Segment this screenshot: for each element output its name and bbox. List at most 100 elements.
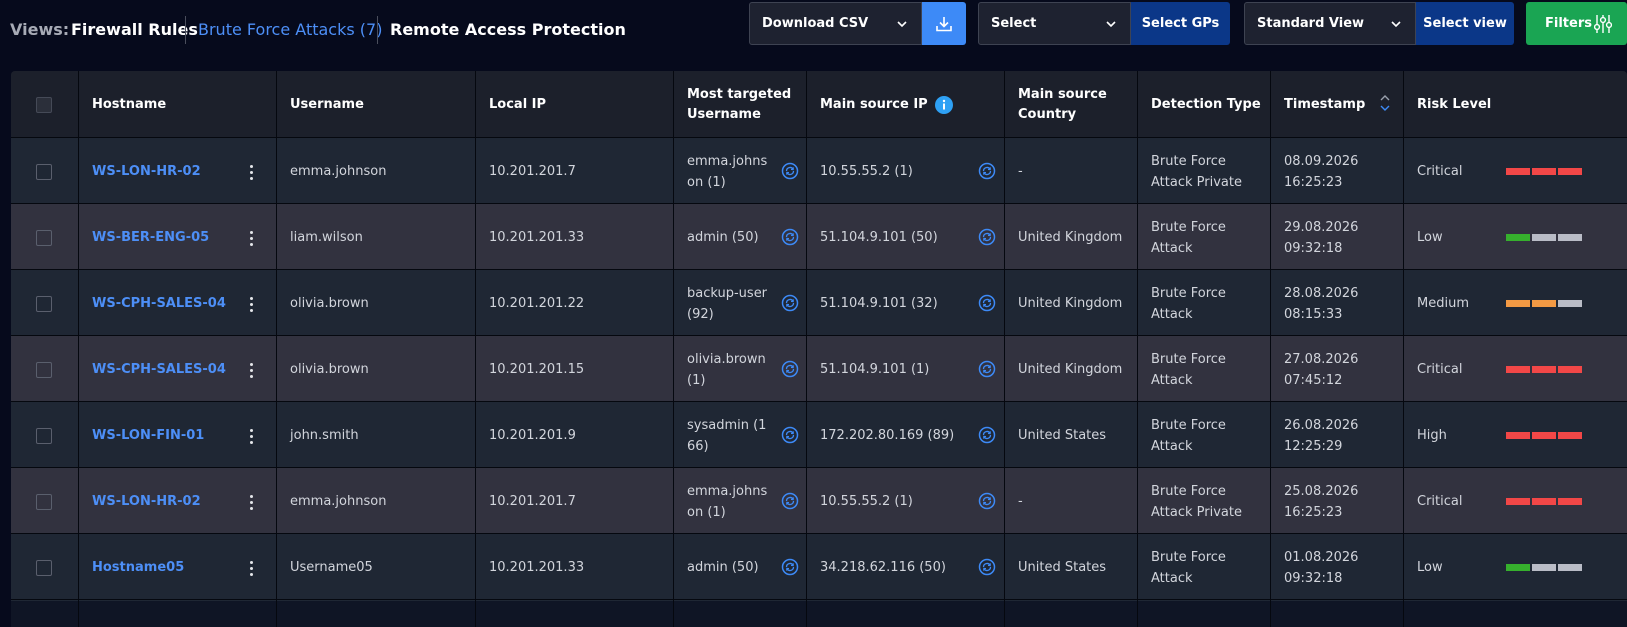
- main-source-ip-cell: 172.202.80.169 (89): [806, 402, 1004, 469]
- table-row[interactable]: WS-LON-HR-02 emma.johnson 10.201.201.7 e…: [11, 138, 1627, 205]
- lookup-icon[interactable]: [781, 558, 799, 576]
- more-options-icon[interactable]: [245, 162, 257, 182]
- hostname-link[interactable]: WS-LON-FIN-01: [92, 425, 204, 446]
- header-most-targeted-username[interactable]: Most targeted Username: [673, 71, 806, 138]
- gp-select[interactable]: Select: [978, 2, 1131, 45]
- row-checkbox[interactable]: [36, 295, 52, 312]
- more-options-icon[interactable]: [245, 426, 257, 446]
- hostname-link[interactable]: WS-CPH-SALES-04: [92, 359, 226, 380]
- more-options-icon[interactable]: [245, 228, 257, 248]
- more-options-icon[interactable]: [245, 294, 257, 314]
- header-main-source-country[interactable]: Main source Country: [1004, 71, 1137, 138]
- tab-brute-force-attacks[interactable]: Brute Force Attacks (7): [198, 20, 382, 39]
- risk-level-bar: [1506, 234, 1582, 241]
- row-checkbox[interactable]: [36, 427, 52, 444]
- table-row[interactable]: WS-CPH-SALES-04 olivia.brown 10.201.201.…: [11, 270, 1627, 337]
- lookup-icon[interactable]: [978, 360, 996, 378]
- more-options-icon[interactable]: [245, 492, 257, 512]
- main-source-country-cell: United Kingdom: [1018, 230, 1123, 245]
- header-most-targeted-line2: Username: [687, 106, 761, 122]
- username-cell: liam.wilson: [290, 230, 363, 245]
- lookup-icon[interactable]: [978, 426, 996, 444]
- hostname-link[interactable]: WS-CPH-SALES-04: [92, 293, 226, 314]
- view-select[interactable]: Standard View: [1244, 2, 1416, 45]
- lookup-icon[interactable]: [978, 558, 996, 576]
- detection-type-line1: Brute Force: [1151, 351, 1226, 367]
- column-divider: [276, 71, 277, 627]
- table-row[interactable]: WS-LON-HR-02 emma.johnson 10.201.201.7 e…: [11, 468, 1627, 535]
- hostname-link[interactable]: WS-BER-ENG-05: [92, 227, 209, 248]
- lookup-icon[interactable]: [978, 294, 996, 312]
- header-local-ip[interactable]: Local IP: [475, 71, 673, 138]
- filters-button[interactable]: Filters: [1526, 2, 1627, 45]
- header-timestamp[interactable]: Timestamp: [1270, 71, 1403, 138]
- lookup-icon[interactable]: [781, 228, 799, 246]
- row-divider: [11, 401, 1627, 402]
- select-gps-button[interactable]: Select GPs: [1131, 2, 1230, 45]
- lookup-icon[interactable]: [781, 162, 799, 180]
- risk-level-bar: [1506, 564, 1582, 571]
- lookup-icon[interactable]: [781, 426, 799, 444]
- risk-level-label: Critical: [1417, 362, 1463, 377]
- download-button[interactable]: [922, 2, 966, 45]
- more-options-icon[interactable]: [245, 360, 257, 380]
- main-source-ip-value: 51.104.9.101 (32): [820, 296, 938, 311]
- table-row[interactable]: WS-BER-ENG-05 liam.wilson 10.201.201.33 …: [11, 204, 1627, 271]
- row-checkbox[interactable]: [36, 493, 52, 510]
- tab-remote-access-protection[interactable]: Remote Access Protection: [390, 20, 626, 39]
- header-risk-level[interactable]: Risk Level: [1403, 71, 1627, 138]
- detection-type-cell: Brute Force Attack: [1137, 534, 1270, 601]
- most-targeted-username-value: admin (50): [687, 560, 759, 575]
- row-checkbox[interactable]: [36, 163, 52, 180]
- lookup-icon[interactable]: [978, 492, 996, 510]
- header-username[interactable]: Username: [276, 71, 475, 138]
- select-all-checkbox[interactable]: [36, 96, 52, 113]
- risk-segment: [1506, 300, 1530, 307]
- timestamp-date: 27.08.2026: [1284, 351, 1359, 367]
- table-header-row: Hostname Username Local IP Most targeted…: [11, 71, 1627, 138]
- hostname-cell: WS-CPH-SALES-04: [78, 270, 276, 337]
- lookup-icon[interactable]: [978, 162, 996, 180]
- view-select-value: Standard View: [1257, 16, 1365, 31]
- row-checkbox[interactable]: [36, 559, 52, 576]
- more-options-icon[interactable]: [245, 558, 257, 578]
- most-targeted-username-cell: admin (50): [673, 204, 806, 271]
- local-ip-cell: 10.201.201.22: [489, 296, 585, 311]
- hostname-link[interactable]: Hostname05: [92, 557, 184, 578]
- download-format-select[interactable]: Download CSV: [749, 2, 922, 45]
- username-cell: emma.johnson: [290, 494, 387, 509]
- main-source-ip-cell: 51.104.9.101 (50): [806, 204, 1004, 271]
- lookup-icon[interactable]: [781, 294, 799, 312]
- select-view-button[interactable]: Select view: [1416, 2, 1514, 45]
- table-row[interactable]: WS-CPH-SALES-04 olivia.brown 10.201.201.…: [11, 336, 1627, 403]
- detection-type-line1: Brute Force: [1151, 483, 1226, 499]
- header-main-source-ip[interactable]: Main source IP: [806, 71, 1004, 138]
- info-icon[interactable]: [934, 95, 953, 114]
- timestamp-cell: 26.08.2026 12:25:29: [1270, 402, 1403, 469]
- hostname-cell: WS-LON-HR-02: [78, 138, 276, 205]
- risk-level-label: Critical: [1417, 494, 1463, 509]
- most-targeted-username-cell: sysadmin (166): [673, 402, 806, 469]
- most-targeted-username-cell: olivia.brown (1): [673, 336, 806, 403]
- tab-firewall-rules[interactable]: Firewall Rules: [71, 20, 198, 39]
- hostname-link[interactable]: WS-LON-HR-02: [92, 491, 201, 512]
- hostname-link[interactable]: WS-LON-HR-02: [92, 161, 201, 182]
- header-detection-type[interactable]: Detection Type: [1137, 71, 1270, 138]
- lookup-icon[interactable]: [978, 228, 996, 246]
- row-checkbox[interactable]: [36, 229, 52, 246]
- header-hostname[interactable]: Hostname: [78, 71, 276, 138]
- sort-icon[interactable]: [1379, 93, 1391, 113]
- table-row[interactable]: Hostname05 Username05 10.201.201.33 admi…: [11, 534, 1627, 601]
- column-divider: [1270, 71, 1271, 627]
- risk-segment: [1558, 234, 1582, 241]
- risk-level-label: Low: [1417, 230, 1443, 245]
- timestamp-cell: 28.08.2026 08:15:33: [1270, 270, 1403, 337]
- detection-type-line1: Brute Force: [1151, 285, 1226, 301]
- risk-level-cell: Critical: [1403, 336, 1627, 403]
- table-row[interactable]: WS-LON-FIN-01 john.smith 10.201.201.9 sy…: [11, 402, 1627, 469]
- risk-segment: [1558, 366, 1582, 373]
- lookup-icon[interactable]: [781, 492, 799, 510]
- download-format-value: Download CSV: [762, 16, 869, 31]
- lookup-icon[interactable]: [781, 360, 799, 378]
- row-checkbox[interactable]: [36, 361, 52, 378]
